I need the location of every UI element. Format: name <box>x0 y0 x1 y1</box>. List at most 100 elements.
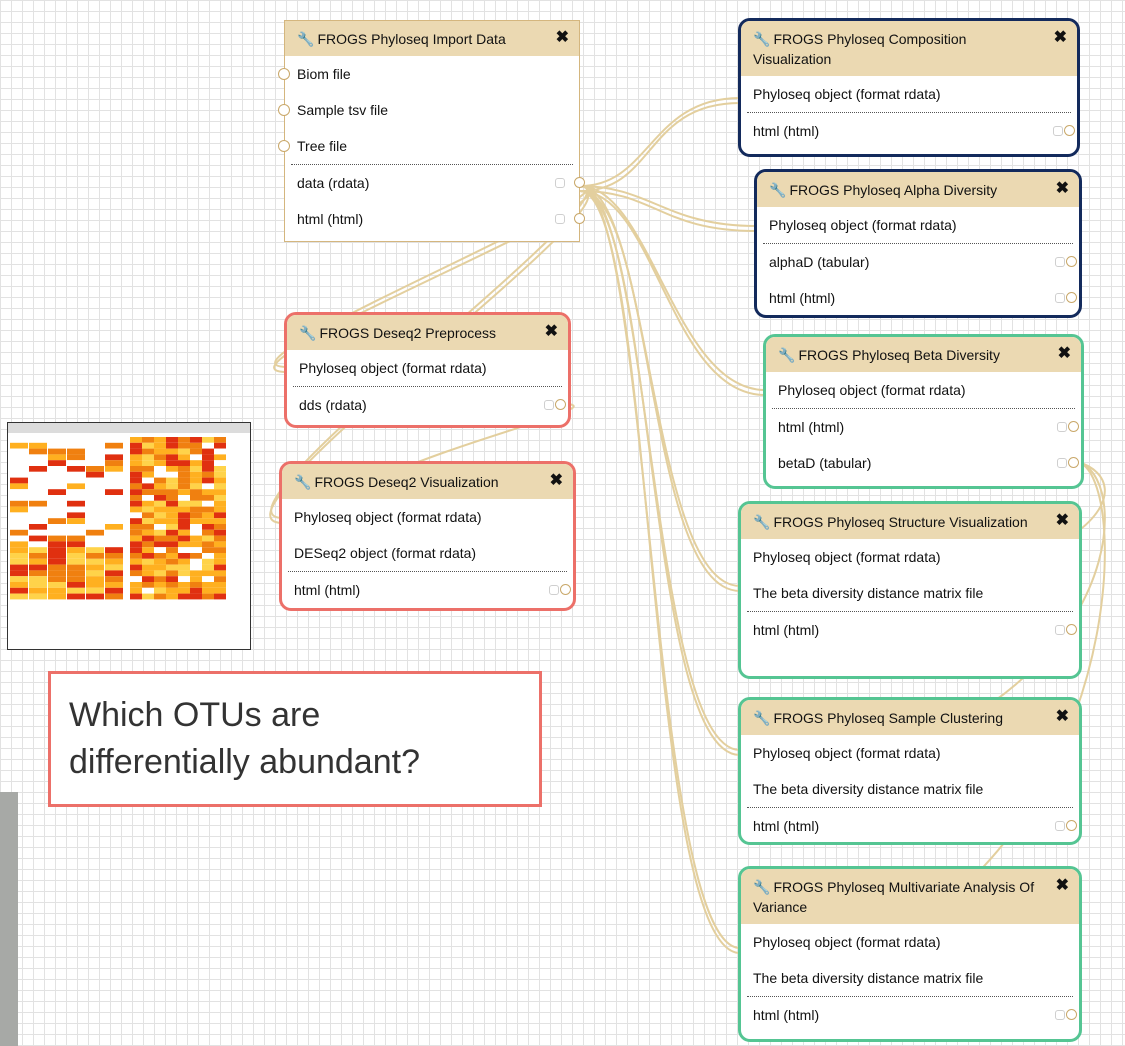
output-checkbox-icon[interactable] <box>549 585 559 595</box>
output-row[interactable]: alphaD (tabular) <box>757 244 1079 280</box>
output-checkbox-icon[interactable] <box>1057 422 1067 432</box>
node-title-bar[interactable]: 🔧 FROGS Phyloseq Import Data ✖ <box>285 21 579 56</box>
output-checkbox-icon[interactable] <box>1055 257 1065 267</box>
output-checkbox-icon[interactable] <box>1053 126 1063 136</box>
output-terminal-icon[interactable] <box>560 584 571 595</box>
node-import-data[interactable]: 🔧 FROGS Phyloseq Import Data ✖ Biom file S… <box>278 20 585 242</box>
heatmap-cell <box>130 471 142 478</box>
heatmap-cell <box>48 483 66 490</box>
output-checkbox-icon[interactable] <box>1057 458 1067 468</box>
output-terminal-icon[interactable] <box>574 213 585 224</box>
node-structure-visualization[interactable]: 🔧 FROGS Phyloseq Structure Visualization ✖… <box>738 501 1082 679</box>
node-deseq2-visualization[interactable]: 🔧 FROGS Deseq2 Visualization ✖ Phyloseq ob… <box>279 461 576 611</box>
output-row[interactable]: html (html) <box>741 808 1079 842</box>
heatmap-cell <box>105 442 123 449</box>
output-row[interactable]: data (rdata) <box>285 165 585 201</box>
output-row[interactable]: html (html) <box>757 280 1079 315</box>
output-row[interactable]: betaD (tabular) <box>766 445 1081 481</box>
input-row[interactable]: The beta diversity distance matrix file <box>747 575 1073 612</box>
node-title-bar[interactable]: 🔧 FROGS Deseq2 Preprocess ✖ <box>287 315 568 350</box>
output-row[interactable]: html (html) <box>741 997 1079 1033</box>
heatmap-cell <box>86 582 104 588</box>
close-icon[interactable]: ✖ <box>1054 28 1067 48</box>
output-terminal-icon[interactable] <box>1066 292 1077 303</box>
heatmap-cell <box>190 582 202 588</box>
output-row[interactable]: html (html) <box>741 113 1077 149</box>
input-terminal-icon[interactable] <box>278 68 290 80</box>
input-terminal-icon[interactable] <box>278 104 290 116</box>
node-multivariate-anova[interactable]: 🔧 FROGS Phyloseq Multivariate Analysis Of… <box>738 866 1082 1042</box>
input-row[interactable]: The beta diversity distance matrix file <box>747 771 1073 808</box>
node-title-bar[interactable]: 🔧 FROGS Phyloseq Multivariate Analysis Of… <box>741 869 1079 924</box>
heatmap-cell <box>214 547 226 553</box>
input-row[interactable]: Phyloseq object (format rdata) <box>741 924 1079 960</box>
output-checkbox-icon[interactable] <box>555 178 565 188</box>
close-icon[interactable]: ✖ <box>1058 344 1071 364</box>
node-title-bar[interactable]: 🔧 FROGS Phyloseq Beta Diversity ✖ <box>766 337 1081 372</box>
workflow-canvas[interactable]: 🔧 FROGS Phyloseq Import Data ✖ Biom file S… <box>0 0 1125 1046</box>
input-terminal-icon[interactable] <box>278 140 290 152</box>
output-terminal-icon[interactable] <box>555 399 566 410</box>
heatmap-cell <box>202 471 214 478</box>
node-title-bar[interactable]: 🔧 FROGS Phyloseq Alpha Diversity ✖ <box>757 172 1079 207</box>
output-checkbox-icon[interactable] <box>1055 625 1065 635</box>
input-row[interactable]: The beta diversity distance matrix file <box>747 960 1073 997</box>
input-row[interactable]: Phyloseq object (format rdata) <box>741 539 1079 575</box>
input-row[interactable]: Phyloseq object (format rdata) <box>293 350 562 387</box>
close-icon[interactable]: ✖ <box>545 322 558 342</box>
close-icon[interactable]: ✖ <box>550 471 563 491</box>
node-title-bar[interactable]: 🔧 FROGS Phyloseq Composition Visualizatio… <box>741 21 1077 76</box>
close-icon[interactable]: ✖ <box>1056 876 1069 896</box>
output-terminal-icon[interactable] <box>1068 457 1079 468</box>
output-checkbox-icon[interactable] <box>1055 293 1065 303</box>
input-row[interactable]: DESeq2 object (format rdata) <box>288 535 567 572</box>
input-row[interactable]: Biom file <box>278 56 579 92</box>
output-row[interactable]: html (html) <box>285 201 585 237</box>
node-title-bar[interactable]: 🔧 FROGS Deseq2 Visualization ✖ <box>282 464 573 499</box>
heatmap-cell <box>166 576 178 582</box>
node-alpha-diversity[interactable]: 🔧 FROGS Phyloseq Alpha Diversity ✖ Phylose… <box>754 169 1082 318</box>
heatmap-cell <box>130 512 142 519</box>
output-label: data (rdata) <box>297 175 370 191</box>
output-checkbox-icon[interactable] <box>555 214 565 224</box>
output-row[interactable]: html (html) <box>766 409 1081 445</box>
output-terminal-icon[interactable] <box>1066 256 1077 267</box>
output-terminal-icon[interactable] <box>574 177 585 188</box>
heatmap-cell <box>202 558 214 565</box>
node-composition-visualization[interactable]: 🔧 FROGS Phyloseq Composition Visualizatio… <box>738 18 1080 157</box>
heatmap-cell <box>178 437 190 443</box>
heatmap-cell <box>67 553 85 559</box>
input-row[interactable]: Phyloseq object (format rdata) <box>747 76 1071 113</box>
heatmap-cell <box>142 477 154 484</box>
output-terminal-icon[interactable] <box>1066 1009 1077 1020</box>
output-row[interactable]: html (html) <box>282 572 573 608</box>
close-icon[interactable]: ✖ <box>1056 179 1069 199</box>
input-row[interactable]: Sample tsv file <box>278 92 579 128</box>
output-row[interactable]: dds (rdata) <box>287 387 568 423</box>
close-icon[interactable]: ✖ <box>1056 511 1069 531</box>
input-row[interactable]: Phyloseq object (format rdata) <box>763 207 1073 244</box>
heatmap-cell <box>48 454 66 461</box>
input-row[interactable]: Phyloseq object (format rdata) <box>772 372 1075 409</box>
heatmap-cell <box>105 564 123 571</box>
output-terminal-icon[interactable] <box>1068 421 1079 432</box>
input-row[interactable]: Phyloseq object (format rdata) <box>282 499 573 535</box>
heatmap-cell <box>142 500 154 507</box>
output-checkbox-icon[interactable] <box>1055 821 1065 831</box>
close-icon[interactable]: ✖ <box>1056 707 1069 727</box>
close-icon[interactable]: ✖ <box>556 28 569 48</box>
output-terminal-icon[interactable] <box>1064 125 1075 136</box>
input-row[interactable]: Phyloseq object (format rdata) <box>741 735 1079 771</box>
node-title-bar[interactable]: 🔧 FROGS Phyloseq Sample Clustering ✖ <box>741 700 1079 735</box>
node-beta-diversity[interactable]: 🔧 FROGS Phyloseq Beta Diversity ✖ Phyloseq… <box>763 334 1084 489</box>
node-deseq2-preprocess[interactable]: 🔧 FROGS Deseq2 Preprocess ✖ Phyloseq objec… <box>284 312 571 428</box>
output-row[interactable]: html (html) <box>741 612 1079 648</box>
node-sample-clustering[interactable]: 🔧 FROGS Phyloseq Sample Clustering ✖ Phylo… <box>738 697 1082 845</box>
output-terminal-icon[interactable] <box>1066 624 1077 635</box>
input-row[interactable]: Tree file <box>278 128 573 165</box>
output-checkbox-icon[interactable] <box>1055 1010 1065 1020</box>
output-terminal-icon[interactable] <box>1066 820 1077 831</box>
output-checkbox-icon[interactable] <box>544 400 554 410</box>
node-title-bar[interactable]: 🔧 FROGS Phyloseq Structure Visualization ✖ <box>741 504 1079 539</box>
heatmap-cell <box>130 558 142 565</box>
